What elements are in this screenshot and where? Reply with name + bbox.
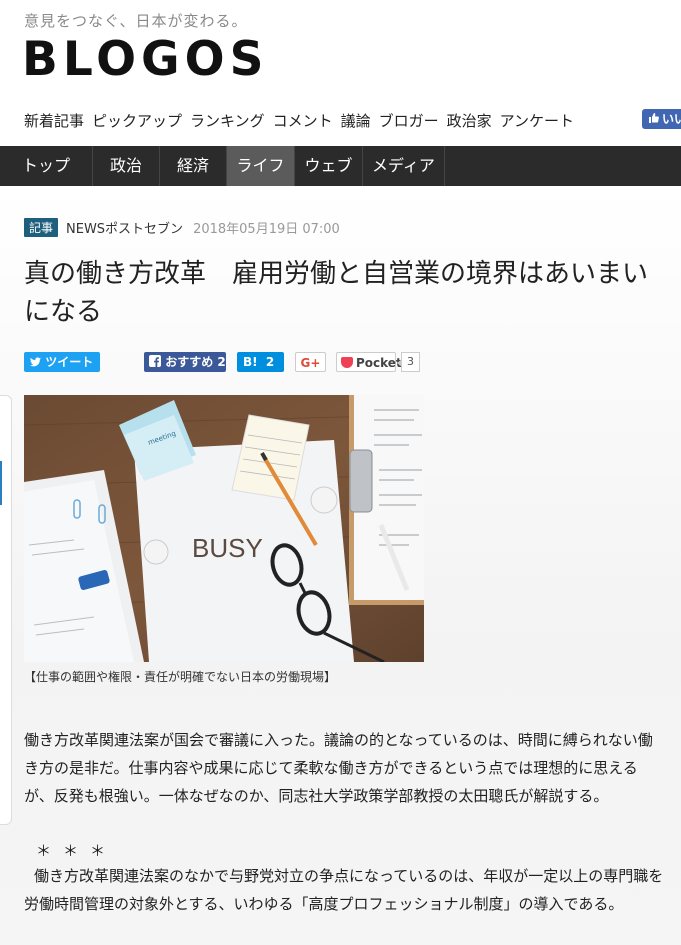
twitter-bird-icon [30,355,45,369]
nav-item-politics[interactable]: 政治 [93,146,160,186]
article-source[interactable]: NEWSポストセブン [66,218,183,237]
article-meta: 記事 NEWSポストセブン 2018年05月19日 07:00 [24,218,340,237]
pocket-label: Pocket [356,356,402,370]
side-panel-tab[interactable] [0,395,12,825]
site-logo[interactable]: BLOGOS [22,36,268,83]
facebook-recommend-label: おすすめ [165,355,214,369]
photo-caption: 【仕事の範囲や権限・責任が明確でない日本の労働現場】 [24,670,337,684]
photo-busy-text: BUSY [192,533,263,563]
article-paragraph-2: 働き方改革関連法案のなかで与野党対立の争点になっているのは、年収が一定以上の専門… [24,867,664,913]
tweet-label: ツイート [45,355,94,369]
facebook-recommend-count: 2 [217,355,226,369]
tweet-button[interactable]: ツイート [24,352,100,372]
nav-item-top[interactable]: トップ [0,146,93,186]
subnav-item-pickup[interactable]: ピックアップ [92,110,182,131]
site-tagline: 意見をつなぐ、日本が変わる。 [24,12,248,30]
pocket-icon [341,357,353,368]
article-paragraph-1: 働き方改革関連法案が国会で審議に入った。議論の的となっているのは、時間に縛られな… [24,731,653,805]
nav-item-economy[interactable]: 経済 [160,146,227,186]
main-navigation: トップ 政治 経済 ライフ ウェブ メディア [0,146,681,186]
facebook-like-label: いいね [662,112,681,126]
facebook-icon [149,355,165,369]
site-header: 意見をつなぐ、日本が変わる。 BLOGOS 新着記事 ピックアップ ランキング … [0,0,681,146]
hatena-bookmark-button[interactable]: B! 2 [237,352,284,372]
article-type-badge: 記事 [24,218,59,237]
nav-item-life[interactable]: ライフ [227,146,295,186]
hatena-bookmark-icon: B! [243,355,258,369]
facebook-like-button[interactable]: いいね [642,109,681,129]
google-plus-button[interactable]: G+ [295,352,326,372]
side-panel-accent [0,461,2,505]
hatena-bookmark-count: 2 [265,355,275,369]
subnav-item-blogger[interactable]: ブロガー [379,110,439,131]
subnav-item-new[interactable]: 新着記事 [24,110,84,131]
article-photo: BUSY meeting [24,395,424,662]
nav-item-web[interactable]: ウェブ [295,146,363,186]
nav-item-media[interactable]: メディア [363,146,445,186]
sub-navigation: 新着記事 ピックアップ ランキング コメント 議論 ブロガー 政治家 アンケート [24,110,582,131]
facebook-recommend-button[interactable]: おすすめ 2 [144,352,226,372]
article-title: 真の働き方改革 雇用労働と自営業の境界はあいまいになる [24,259,649,327]
subnav-item-politician[interactable]: 政治家 [447,110,492,131]
subnav-item-comment[interactable]: コメント [273,110,333,131]
thumbs-up-icon [648,109,659,129]
section-separator: ＊＊＊ [36,842,118,860]
subnav-item-ranking[interactable]: ランキング [190,110,265,131]
article-date: 2018年05月19日 07:00 [193,222,340,237]
subnav-item-debate[interactable]: 議論 [341,110,371,131]
pocket-button[interactable]: Pocket [336,352,402,372]
subnav-item-survey[interactable]: アンケート [500,110,574,131]
pocket-count: 3 [397,352,420,372]
